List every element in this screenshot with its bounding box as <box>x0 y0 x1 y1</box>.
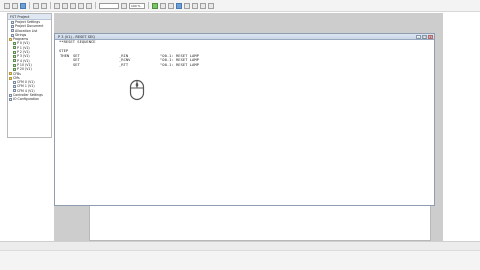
program-icon <box>13 42 16 46</box>
code-row: SET _RTT "O0.1: RESET LAMP <box>55 61 434 68</box>
paste-icon[interactable] <box>70 2 76 9</box>
tree-item[interactable]: IO Configuration <box>8 97 51 101</box>
stop-icon[interactable] <box>192 2 198 9</box>
redo-icon[interactable] <box>86 2 92 9</box>
undo-icon[interactable] <box>78 2 84 9</box>
cut-icon[interactable] <box>54 2 60 9</box>
toolbar-separator <box>50 2 51 9</box>
program-icon <box>13 50 16 54</box>
program-editor-window: P 3 (V1) - RESET SEQ – □ × **RESET SEQUE… <box>54 33 435 206</box>
taskbar <box>0 250 480 270</box>
document-icon <box>11 24 14 28</box>
zoom-select[interactable]: 100 % <box>129 2 145 9</box>
io-icon <box>9 97 12 101</box>
print-preview-icon[interactable] <box>41 2 47 9</box>
controller-icon <box>9 93 12 97</box>
toolbar-separator <box>95 2 96 9</box>
online-icon[interactable] <box>176 2 182 9</box>
code-comment-header: **RESET SEQUENCE <box>59 39 96 44</box>
minimize-icon[interactable]: – <box>416 35 421 39</box>
folder-icon <box>9 76 12 80</box>
download-icon[interactable] <box>168 2 174 9</box>
program-icon <box>13 63 16 67</box>
code-editor[interactable]: **RESET SEQUENCE STEP THEN SET _RIN "O0.… <box>55 39 434 205</box>
status-bar <box>0 241 480 250</box>
print-icon[interactable] <box>33 2 39 9</box>
compile-icon[interactable] <box>152 2 158 9</box>
save-icon[interactable] <box>20 2 26 9</box>
strings-icon <box>11 33 14 37</box>
new-file-icon[interactable] <box>4 2 10 9</box>
program-icon <box>13 59 16 63</box>
toolbar-combo[interactable] <box>99 2 119 9</box>
find-icon[interactable] <box>121 2 127 9</box>
program-icon <box>13 55 16 59</box>
open-folder-icon[interactable] <box>12 2 18 9</box>
build-icon[interactable] <box>160 2 166 9</box>
window-controls: – □ × <box>416 35 433 39</box>
toolbar-separator <box>29 2 30 9</box>
code-op: SET <box>73 61 80 67</box>
code-arg: _RTT <box>119 61 129 67</box>
project-tree: Project Settings Project Document Allocati… <box>8 20 51 102</box>
program-icon <box>13 67 16 71</box>
code-comment: "O0.1: RESET LAMP <box>160 61 199 67</box>
run-icon[interactable] <box>184 2 190 9</box>
list-icon <box>11 29 14 33</box>
project-tree-panel: FST Project Project Settings Project Docu… <box>7 13 52 138</box>
help-icon[interactable] <box>208 2 214 9</box>
module-icon <box>13 80 16 84</box>
tree-item-label: IO Configuration <box>13 97 40 102</box>
folder-icon <box>9 37 12 41</box>
display-icon[interactable] <box>200 2 206 9</box>
folder-icon <box>9 72 12 76</box>
module-icon <box>13 85 16 89</box>
toolbar-separator <box>148 2 149 9</box>
mouse-icon <box>129 79 145 101</box>
close-icon[interactable]: × <box>428 35 433 39</box>
main-toolbar: 100 % <box>0 0 480 12</box>
maximize-icon[interactable]: □ <box>422 35 427 39</box>
copy-icon[interactable] <box>62 2 68 9</box>
program-icon <box>13 46 16 50</box>
settings-icon <box>11 20 14 24</box>
module-icon <box>13 89 16 93</box>
